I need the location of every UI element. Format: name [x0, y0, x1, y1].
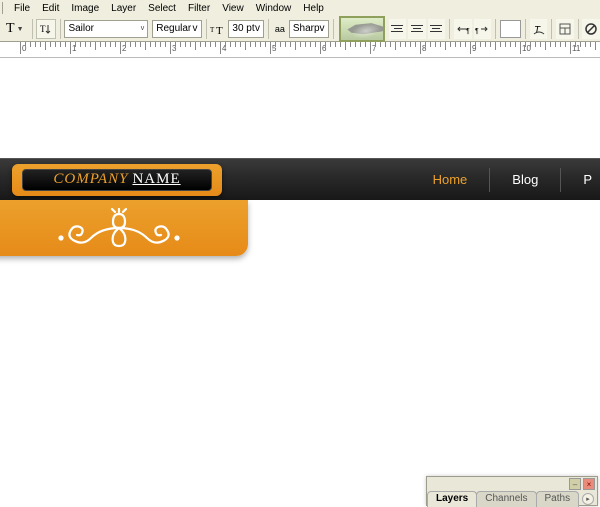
font-style-select[interactable]: Regular v — [152, 20, 201, 38]
nav-blog[interactable]: Blog — [490, 168, 561, 192]
panel-close-button[interactable]: × — [583, 478, 595, 490]
menu-window[interactable]: Window — [250, 2, 298, 15]
horizontal-ruler: 01234567891011 — [0, 42, 600, 58]
menu-bar: File Edit Image Layer Select Filter View… — [0, 0, 600, 16]
svg-text:T: T — [40, 24, 46, 34]
ltr-toggle-button[interactable]: ¶ — [474, 19, 492, 39]
divider — [495, 19, 496, 39]
logo-text: COMPANY NAME — [22, 169, 212, 191]
chevron-down-icon: v — [193, 23, 198, 34]
logo-second-word: NAME — [132, 171, 180, 188]
tab-channels[interactable]: Channels — [476, 491, 536, 507]
svg-text:¶: ¶ — [475, 28, 479, 35]
options-bar: T ▼ T Sailor v Regular v TT 30 pt v aa S… — [0, 16, 600, 42]
divider — [449, 19, 450, 39]
svg-text:T: T — [210, 26, 215, 34]
tab-paths[interactable]: Paths — [536, 491, 580, 507]
menu-file[interactable]: File — [8, 2, 36, 15]
divider — [32, 19, 33, 39]
panel-tabs: Layers Channels Paths ▸ — [427, 491, 597, 507]
nav-home[interactable]: Home — [411, 168, 491, 192]
document-canvas[interactable]: COMPANY NAME Home Blog P — [0, 58, 600, 506]
menu-help[interactable]: Help — [297, 2, 330, 15]
design-header-bar: COMPANY NAME Home Blog P — [0, 158, 600, 200]
menu-edit[interactable]: Edit — [36, 2, 65, 15]
cancel-icon — [584, 22, 598, 36]
font-size-icon: TT — [210, 22, 226, 36]
tab-layers[interactable]: Layers — [427, 491, 477, 507]
align-left-button[interactable] — [389, 19, 407, 39]
font-family-select[interactable]: Sailor v — [64, 20, 148, 38]
text-orientation-icon: T — [39, 22, 53, 36]
font-family-value: Sailor — [68, 23, 94, 34]
type-tool-icon: T — [6, 21, 15, 37]
panel-minimize-button[interactable]: – — [569, 478, 581, 490]
warp-text-icon: T — [532, 22, 546, 36]
divider — [206, 19, 207, 39]
ornament-icon — [39, 206, 199, 250]
logo-first-word: COMPANY — [53, 171, 128, 188]
logo-container: COMPANY NAME — [12, 164, 222, 196]
cancel-button[interactable] — [582, 19, 600, 39]
chevron-down-icon: v — [320, 23, 325, 34]
svg-text:¶: ¶ — [466, 28, 470, 35]
ltr-icon: ¶ — [475, 23, 489, 35]
tool-preset-button[interactable]: T ▼ — [4, 19, 28, 39]
warp-text-button[interactable]: T — [530, 19, 548, 39]
panel-menu-button[interactable]: ▸ — [582, 493, 594, 505]
nav: Home Blog P — [411, 159, 600, 200]
divider — [333, 19, 334, 39]
rtl-toggle-button[interactable]: ¶ — [454, 19, 472, 39]
antialias-select[interactable]: Sharp v — [289, 20, 329, 38]
align-right-button[interactable] — [428, 19, 446, 39]
align-center-button[interactable] — [408, 19, 426, 39]
feather-icon — [347, 22, 384, 38]
menu-layer[interactable]: Layer — [105, 2, 142, 15]
font-size-value: 30 pt — [232, 23, 254, 34]
font-size-select[interactable]: 30 pt v — [228, 20, 264, 38]
svg-text:T: T — [216, 25, 223, 36]
menu-view[interactable]: View — [216, 2, 250, 15]
text-color-swatch[interactable] — [500, 20, 521, 38]
palette-icon — [558, 22, 572, 36]
divider — [551, 19, 552, 39]
menu-select[interactable]: Select — [142, 2, 182, 15]
ornament-box — [0, 200, 248, 256]
divider — [268, 19, 269, 39]
svg-text:T: T — [534, 25, 541, 36]
layers-panel[interactable]: – × Layers Channels Paths ▸ — [426, 476, 598, 506]
antialias-value: Sharp — [293, 23, 320, 34]
font-style-value: Regular — [156, 23, 191, 34]
text-orientation-button[interactable]: T — [36, 19, 55, 39]
divider — [578, 19, 579, 39]
menu-handle-icon — [2, 2, 5, 14]
chevron-down-icon: v — [255, 23, 260, 34]
menu-image[interactable]: Image — [65, 2, 105, 15]
divider — [60, 19, 61, 39]
rtl-icon: ¶ — [456, 23, 470, 35]
nav-more[interactable]: P — [561, 168, 600, 192]
chevron-down-icon: v — [141, 25, 145, 32]
palettes-button[interactable] — [556, 19, 574, 39]
antialias-label: aa — [273, 24, 287, 34]
menu-filter[interactable]: Filter — [182, 2, 216, 15]
panel-titlebar[interactable]: – × — [427, 477, 597, 491]
divider — [525, 19, 526, 39]
chevron-down-icon: ▼ — [17, 25, 24, 33]
brush-preview-thumb[interactable] — [339, 16, 384, 42]
